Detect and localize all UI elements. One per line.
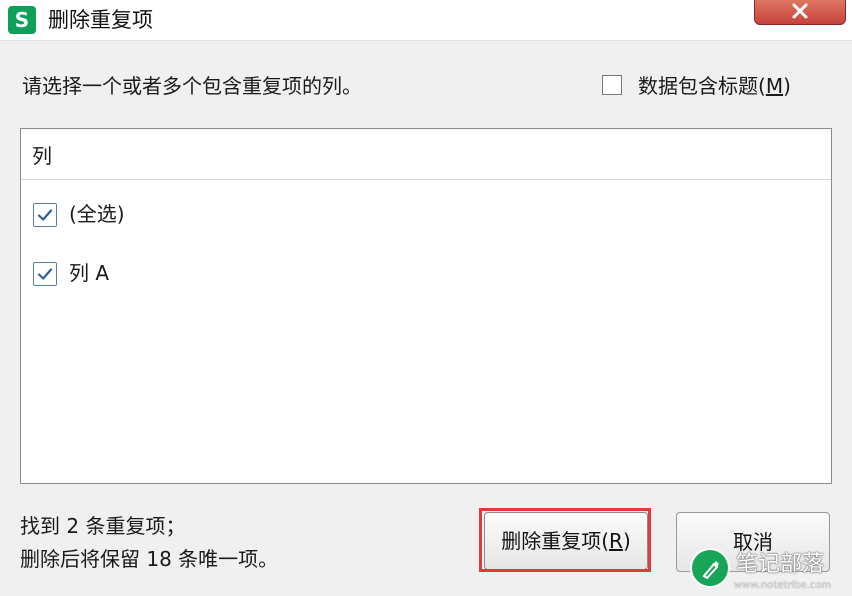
header-checkbox-label[interactable]: 数据包含标题(M) <box>638 72 791 100</box>
header-label-suffix: ) <box>783 74 791 98</box>
checkmark-icon <box>37 209 53 221</box>
remove-duplicates-dialog: S 删除重复项 请选择一个或者多个包含重复项的列。 数据包含标题(M) 列 (全… <box>0 0 852 596</box>
title-bar: S 删除重复项 <box>0 0 852 41</box>
close-button[interactable] <box>754 0 846 25</box>
watermark-name: 笔记部落 <box>736 552 825 577</box>
remove-label-accesskey: R <box>609 529 623 553</box>
list-item-column-a[interactable]: 列 A <box>33 258 433 288</box>
watermark-url: www.notetribe.com <box>734 580 832 591</box>
status-duplicates-found: 找到 2 条重复项； <box>20 514 186 538</box>
list-item-select-all[interactable]: (全选) <box>33 199 433 229</box>
column-list-header: 列 <box>21 129 831 180</box>
header-label-prefix: 数据包含标题( <box>638 74 766 98</box>
select-all-checkbox[interactable] <box>33 203 57 227</box>
watermark: 笔记部落 www.notetribe.com <box>690 548 852 596</box>
header-label-accesskey: M <box>765 74 784 98</box>
dialog-title: 删除重复项 <box>48 8 153 32</box>
list-item-label: (全选) <box>69 202 125 226</box>
close-icon <box>792 3 808 19</box>
column-header-label: 列 <box>32 144 52 168</box>
remove-duplicates-button[interactable]: 删除重复项(R) <box>484 512 648 570</box>
checkmark-icon <box>37 268 53 280</box>
remove-label-prefix: 删除重复项( <box>501 529 610 553</box>
remove-label-suffix: ) <box>622 529 631 553</box>
status-unique-remaining: 删除后将保留 18 条唯一项。 <box>20 547 279 571</box>
pen-leaf-icon <box>690 548 730 588</box>
column-list: 列 (全选) 列 A <box>20 128 832 484</box>
column-a-checkbox[interactable] <box>33 262 57 286</box>
list-item-label: 列 A <box>69 261 110 285</box>
instruction-text: 请选择一个或者多个包含重复项的列。 <box>22 74 362 98</box>
wps-spreadsheet-icon: S <box>8 6 36 34</box>
header-checkbox[interactable] <box>602 75 622 95</box>
